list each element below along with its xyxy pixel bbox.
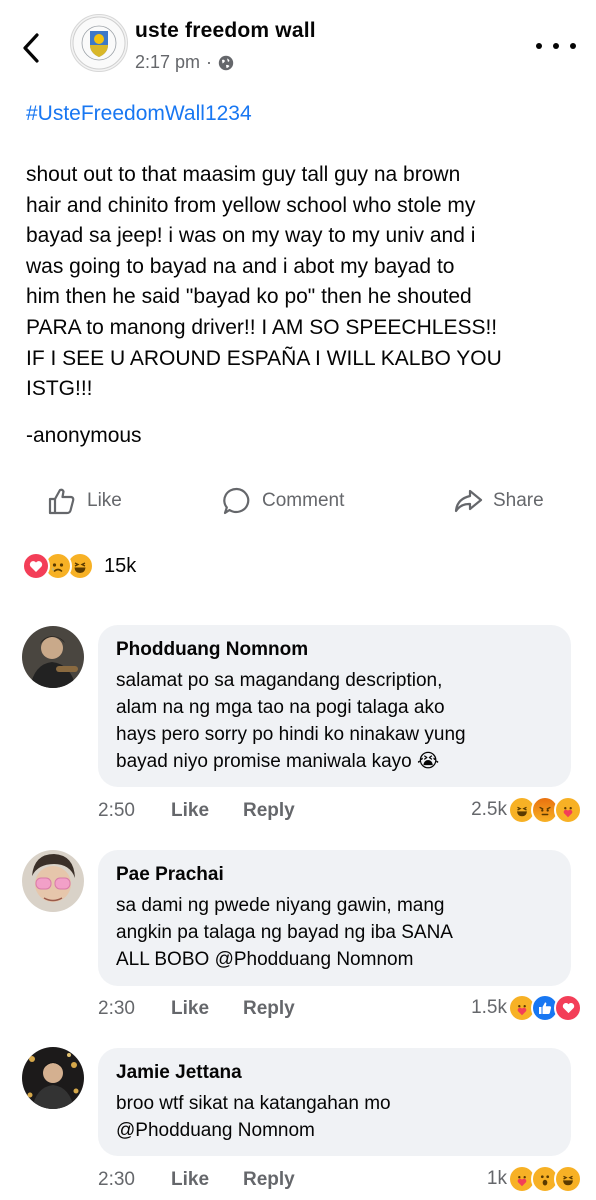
- comment-label: Comment: [262, 490, 345, 511]
- comment-reply-button[interactable]: Reply: [243, 1167, 295, 1193]
- like-label: Like: [87, 490, 122, 511]
- chevron-left-icon: [23, 33, 39, 63]
- comment-line: angkin pa talaga ng bayad ng iba SANA: [116, 922, 453, 943]
- comment-like-button[interactable]: Like: [171, 996, 209, 1022]
- person-photo-icon: [22, 850, 84, 912]
- comment-line: hays pero sorry po hindi ko ninakaw yung: [116, 724, 466, 745]
- comment-reaction-count: 1.5k: [471, 997, 507, 1018]
- comment-reaction-count: 1k: [486, 1168, 507, 1189]
- commenter-name[interactable]: Jamie Jettana: [116, 1062, 553, 1084]
- more-options-button[interactable]: [536, 34, 576, 58]
- meta-separator: ·: [206, 52, 213, 72]
- comment-reaction-count: 2.5k: [471, 799, 507, 820]
- post-meta: 2:17 pm ·: [135, 52, 234, 73]
- comment-bubble: Pae Prachai sa dami ng pwede niyang gawi…: [98, 850, 571, 986]
- love-icon: [554, 994, 582, 1022]
- post-line: him then he said "bayad ko po" then he s…: [26, 285, 472, 309]
- globe-icon: [218, 55, 234, 70]
- comment-time[interactable]: 2:30: [98, 1167, 135, 1193]
- speech-bubble-icon: [223, 487, 250, 515]
- comment-line: @Phodduang Nomnom: [116, 1120, 315, 1141]
- commenter-avatar[interactable]: [22, 850, 84, 912]
- post-signature: -anonymous: [26, 424, 142, 447]
- share-arrow-icon: [454, 489, 483, 513]
- thumbs-up-icon: [48, 488, 75, 515]
- dot-icon: [570, 43, 576, 49]
- commenter-avatar[interactable]: [22, 626, 84, 688]
- comment-reply-button[interactable]: Reply: [243, 798, 295, 824]
- comment-like-button[interactable]: Like: [171, 1167, 209, 1193]
- comment-bubble: Phodduang Nomnom salamat po sa magandang…: [98, 625, 571, 787]
- back-button[interactable]: [18, 30, 44, 66]
- page-name[interactable]: uste freedom wall: [135, 19, 316, 43]
- share-button[interactable]: Share: [453, 484, 544, 518]
- comment-line: sa dami ng pwede niyang gawin, mang: [116, 895, 445, 916]
- person-photo-icon: [22, 1047, 84, 1109]
- comment-reactions[interactable]: 2.5k: [471, 796, 582, 824]
- commenter-avatar[interactable]: [22, 1047, 84, 1109]
- comment-bubble: Jamie Jettana broo wtf sikat na katangah…: [98, 1048, 571, 1156]
- comment-button[interactable]: Comment: [222, 484, 344, 518]
- commenter-name[interactable]: Pae Prachai: [116, 864, 553, 886]
- dot-icon: [536, 43, 542, 49]
- university-seal-icon: [72, 16, 126, 70]
- post-line: ISTG!!!: [26, 377, 93, 401]
- comment-time[interactable]: 2:30: [98, 996, 135, 1022]
- comment-like-button[interactable]: Like: [171, 798, 209, 824]
- like-button[interactable]: Like: [47, 484, 122, 518]
- post-line: hair and chinito from yellow school who …: [26, 193, 476, 217]
- comment-line: salamat po sa magandang description,: [116, 670, 443, 691]
- comment-reactions[interactable]: 1.5k: [471, 994, 582, 1022]
- comment-line: broo wtf sikat na katangahan mo: [116, 1093, 391, 1114]
- hashtag-link[interactable]: #UsteFreedomWall1234: [26, 102, 252, 126]
- haha-icon: [554, 1165, 582, 1193]
- post-text: shout out to that maasim guy tall guy na…: [26, 160, 586, 405]
- post-line: IF I SEE U AROUND ESPAÑA I WILL KALBO YO…: [26, 346, 502, 370]
- dot-icon: [553, 43, 559, 49]
- reaction-count: 15k: [104, 554, 137, 577]
- comment-reply-button[interactable]: Reply: [243, 996, 295, 1022]
- comment-line: alam na ng mga tao na pogi talaga ako: [116, 697, 445, 718]
- post-line: PARA to manong driver!! I AM SO SPEECHLE…: [26, 315, 498, 339]
- comment-reactions[interactable]: 1k: [487, 1165, 582, 1193]
- comment-time[interactable]: 2:50: [98, 798, 135, 824]
- comment-line: ALL BOBO @Phodduang Nomnom: [116, 949, 414, 970]
- post-line: shout out to that maasim guy tall guy na…: [26, 163, 461, 186]
- person-photo-icon: [22, 626, 84, 688]
- page-avatar[interactable]: [70, 14, 128, 72]
- love-icon: [22, 552, 50, 580]
- post-line: bayad sa jeep! i was on my way to my uni…: [26, 224, 476, 248]
- commenter-name[interactable]: Phodduang Nomnom: [116, 639, 553, 661]
- post-line: was going to bayad na and i abot my baya…: [26, 254, 455, 278]
- care-icon: [554, 796, 582, 824]
- share-label: Share: [493, 490, 544, 511]
- comment-line: bayad niyo promise maniwala kayo 😭: [116, 751, 440, 772]
- reaction-summary[interactable]: 15k: [22, 552, 136, 580]
- post-time[interactable]: 2:17 pm: [135, 52, 200, 73]
